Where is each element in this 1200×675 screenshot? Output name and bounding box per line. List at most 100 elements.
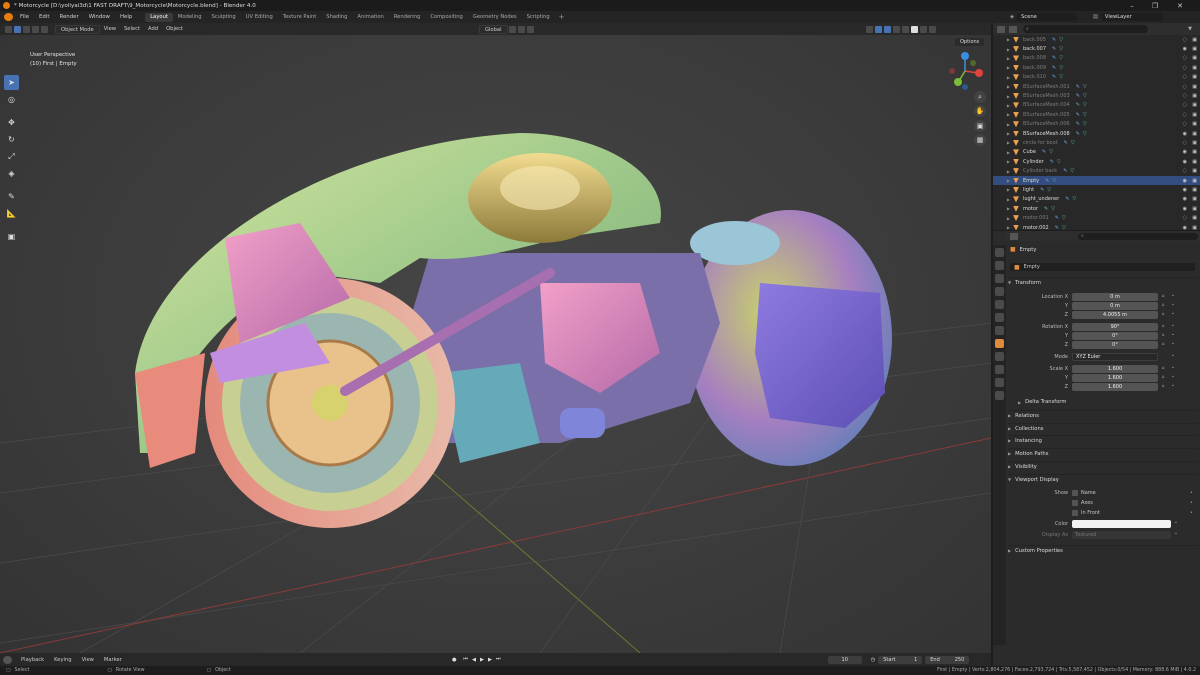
modifier-icon[interactable]: ✎	[1065, 196, 1069, 202]
expand-arrow-icon[interactable]: ▶	[1003, 94, 1013, 99]
expand-arrow-icon[interactable]: ▶	[1003, 56, 1013, 61]
options-button[interactable]: Options	[955, 38, 985, 46]
tab-modeling[interactable]: Modeling	[173, 13, 207, 22]
visibility-eye-icon[interactable]: ◉	[1183, 159, 1187, 165]
location-z-field[interactable]: 4.0055 m	[1072, 310, 1158, 319]
motion-paths-header[interactable]: ▶ Motion Paths	[1008, 448, 1198, 458]
modifier-icon[interactable]: ✎	[1044, 206, 1048, 212]
mesh-data-icon[interactable]: ▽	[1062, 225, 1066, 231]
expand-arrow-icon[interactable]: ▶	[1003, 150, 1013, 155]
collection-tab-icon[interactable]	[995, 326, 1004, 335]
relations-header[interactable]: ▶ Relations	[1008, 410, 1198, 420]
keyframe-icon[interactable]: •	[1168, 303, 1178, 308]
show-name-checkbox[interactable]	[1072, 489, 1078, 496]
modifier-icon[interactable]: ✎	[1052, 74, 1056, 80]
modifier-icon[interactable]: ✎	[1064, 140, 1068, 146]
outliner-row[interactable]: ▶ light ✎ ▽ ◉ ▣	[993, 185, 1200, 194]
collections-header[interactable]: ▶ Collections	[1008, 423, 1198, 433]
outliner-row[interactable]: ▶ motor.001 ✎ ▽ ◌ ▣	[993, 213, 1200, 222]
visibility-eye-icon[interactable]: ◌	[1183, 121, 1187, 127]
lock-icon[interactable]: ⌂	[1158, 303, 1168, 308]
render-camera-icon[interactable]: ▣	[1192, 65, 1197, 71]
lock-icon[interactable]: ⌂	[1158, 342, 1168, 347]
snap-icon[interactable]	[517, 25, 525, 33]
object-mode-dropdown[interactable]: Object Mode	[55, 24, 100, 34]
properties-search-input[interactable]: ⌕	[1078, 232, 1198, 240]
keyframe-icon[interactable]: •	[1168, 375, 1178, 380]
visibility-eye-icon[interactable]: ◌	[1183, 112, 1187, 118]
constraints-tab-icon[interactable]	[995, 365, 1004, 374]
texture-tab-icon[interactable]	[995, 391, 1004, 400]
add-workspace-button[interactable]: +	[555, 13, 569, 21]
modifier-icon[interactable]: ✎	[1055, 215, 1059, 221]
menu-view[interactable]: View	[100, 25, 120, 34]
close-button[interactable]: ✕	[1170, 0, 1190, 11]
visibility-icon[interactable]	[865, 25, 873, 33]
shading-solid-icon[interactable]	[910, 25, 918, 33]
tab-scripting[interactable]: Scripting	[522, 13, 555, 22]
scale-x-field[interactable]: 1.600	[1072, 364, 1158, 373]
data-tab-icon[interactable]	[995, 378, 1004, 387]
outliner-row[interactable]: ▶ BSurfaceMesh.001 ✎ ▽ ◌ ▣	[993, 82, 1200, 91]
render-camera-icon[interactable]: ▣	[1192, 84, 1197, 90]
location-y-field[interactable]: 0 m	[1072, 301, 1158, 310]
render-camera-icon[interactable]: ▣	[1192, 187, 1197, 193]
play-icon[interactable]: ▶	[478, 657, 486, 663]
outliner-row[interactable]: ▶ BSurfaceMesh.003 ✎ ▽ ◌ ▣	[993, 91, 1200, 100]
scale-tool-icon[interactable]: ⤢	[4, 149, 19, 164]
editor-type-icon[interactable]	[1010, 232, 1018, 240]
mesh-data-icon[interactable]: ▽	[1057, 159, 1061, 165]
show-in-front-checkbox[interactable]	[1072, 509, 1078, 516]
visibility-eye-icon[interactable]: ◌	[1183, 37, 1187, 43]
mesh-data-icon[interactable]: ▽	[1059, 55, 1063, 61]
modifier-icon[interactable]: ✎	[1050, 159, 1054, 165]
render-camera-icon[interactable]: ▣	[1192, 196, 1197, 202]
lock-icon[interactable]: ⌂	[1158, 324, 1168, 329]
pivot-point-icon[interactable]	[508, 25, 516, 33]
expand-arrow-icon[interactable]: ▶	[1003, 178, 1013, 183]
keyframe-icon[interactable]: •	[1190, 490, 1193, 496]
outliner-row[interactable]: ▶ back.008 ✎ ▽ ◌ ▣	[993, 54, 1200, 63]
modifier-icon[interactable]: ✎	[1055, 225, 1059, 231]
outliner-row[interactable]: ▶ lught_undener ✎ ▽ ◉ ▣	[993, 195, 1200, 204]
visibility-eye-icon[interactable]: ◉	[1183, 149, 1187, 155]
visibility-eye-icon[interactable]: ◉	[1183, 196, 1187, 202]
modifier-icon[interactable]: ✎	[1042, 149, 1046, 155]
gizmo-toggle-icon[interactable]	[874, 25, 882, 33]
render-camera-icon[interactable]: ▣	[1192, 121, 1197, 127]
keyframe-icon[interactable]: •	[1168, 324, 1178, 329]
display-mode-icon[interactable]	[1009, 25, 1017, 33]
render-camera-icon[interactable]: ▣	[1192, 178, 1197, 184]
editor-type-icon[interactable]	[997, 25, 1005, 33]
scale-z-field[interactable]: 1.600	[1072, 382, 1158, 391]
lock-icon[interactable]: ⌂	[1158, 366, 1168, 371]
rotation-z-field[interactable]: 0°	[1072, 340, 1158, 349]
mesh-data-icon[interactable]: ▽	[1052, 178, 1056, 184]
location-x-field[interactable]: 0 m	[1072, 292, 1158, 301]
editor-type-icon[interactable]	[3, 655, 12, 664]
visibility-eye-icon[interactable]: ◌	[1183, 102, 1187, 108]
outliner-search-input[interactable]: ⌕	[1023, 25, 1149, 33]
move-tool-icon[interactable]: ✥	[4, 115, 19, 130]
color-swatch[interactable]	[1072, 519, 1171, 528]
mesh-data-icon[interactable]: ▽	[1083, 112, 1087, 118]
blender-menu-icon[interactable]	[4, 13, 13, 21]
mesh-data-icon[interactable]: ▽	[1051, 206, 1055, 212]
expand-arrow-icon[interactable]: ▶	[1003, 84, 1013, 89]
keyframe-icon[interactable]: •	[1168, 312, 1178, 317]
tab-texture-paint[interactable]: Texture Paint	[278, 13, 321, 22]
tab-sculpting[interactable]: Sculpting	[207, 13, 241, 22]
select-invert-icon[interactable]	[41, 25, 48, 33]
mesh-data-icon[interactable]: ▽	[1083, 93, 1087, 99]
rotation-y-field[interactable]: 0°	[1072, 331, 1158, 340]
outliner-row[interactable]: ▶ BSurfaceMesh.008 ✎ ▽ ◉ ▣	[993, 129, 1200, 138]
keyframe-icon[interactable]: •	[1168, 366, 1178, 371]
custom-properties-header[interactable]: ▶ Custom Properties	[1008, 545, 1198, 555]
menu-add[interactable]: Add	[144, 25, 162, 34]
clock-icon[interactable]: ◷	[868, 657, 879, 663]
render-camera-icon[interactable]: ▣	[1192, 225, 1197, 231]
menu-window[interactable]: Window	[84, 14, 115, 20]
modifier-icon[interactable]: ✎	[1076, 112, 1080, 118]
maximize-button[interactable]: ❐	[1145, 0, 1165, 11]
next-key-icon[interactable]: ▶	[486, 657, 494, 663]
